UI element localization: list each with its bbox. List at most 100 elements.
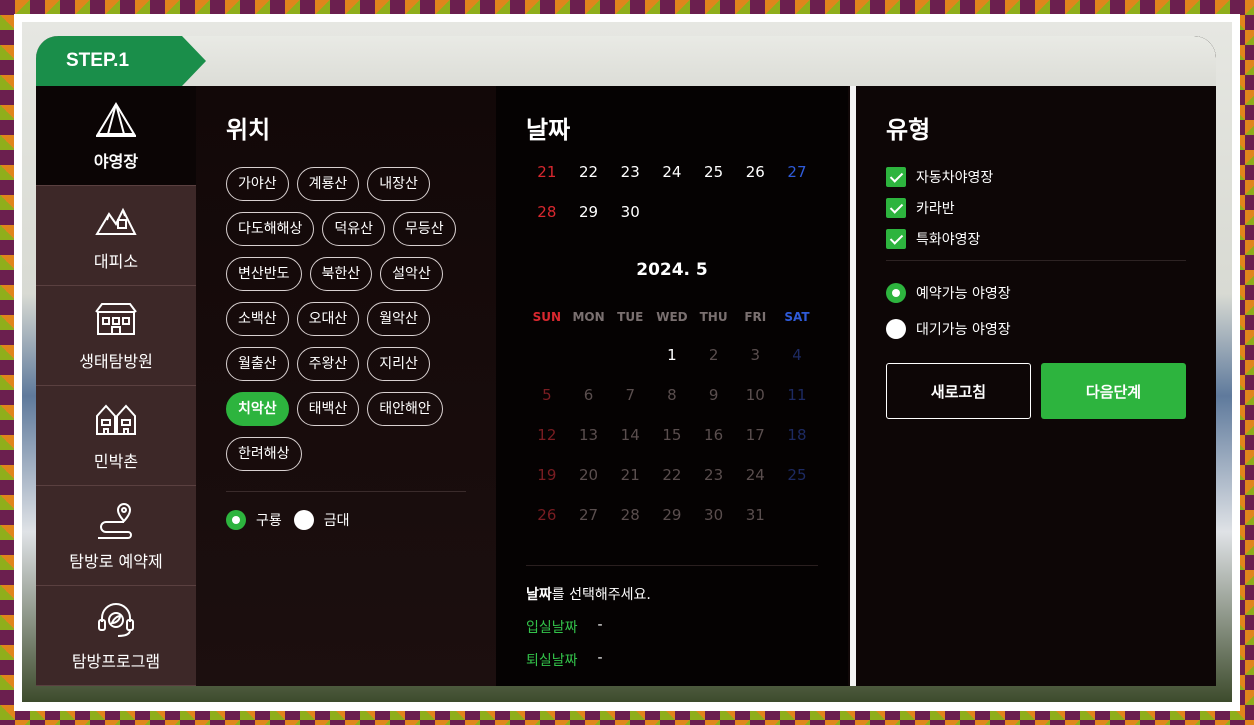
- sidebar-item-label: 야영장: [93, 151, 139, 171]
- calendar-day[interactable]: 2: [693, 346, 735, 364]
- calendar-week: 28 29 30: [526, 192, 818, 232]
- availability-bookable[interactable]: 예약가능 야영장: [886, 283, 1186, 303]
- calendar-day[interactable]: 22: [568, 163, 610, 181]
- calendar-day[interactable]: 23: [693, 466, 735, 484]
- region-label-geumdae: 금대: [323, 513, 350, 529]
- calendar-day[interactable]: 22: [651, 466, 693, 484]
- region-radio-geumdae[interactable]: [293, 510, 314, 530]
- main-area: 야영장 대피소 생태탐방원 민박촌 탐방로 예약제 탐방프로그램 위치 가야산 …: [36, 86, 1216, 686]
- calendar-day[interactable]: 1: [651, 346, 693, 364]
- mountain-chip[interactable]: 변산반도: [226, 257, 302, 291]
- next-step-button[interactable]: 다음단계: [1041, 363, 1186, 419]
- type-check-caravan[interactable]: 카라반: [886, 198, 1186, 218]
- building-icon: [95, 302, 137, 335]
- mountain-chip[interactable]: 월악산: [367, 302, 430, 336]
- calendar-day[interactable]: 29: [568, 203, 610, 221]
- calendar-day[interactable]: 19: [526, 466, 568, 484]
- calendar-day[interactable]: 15: [651, 426, 693, 444]
- sidebar-item-label: 탐방프로그램: [71, 651, 161, 671]
- calendar-day[interactable]: 21: [526, 163, 568, 181]
- calendar-day[interactable]: 17: [734, 426, 776, 444]
- date-column: 날짜 21 22 23 24 25 26 27 28 29 30 2024. 5 SUN MON TU…: [496, 86, 848, 686]
- calendar-day[interactable]: 10: [734, 386, 776, 404]
- sidebar-item-shelter[interactable]: 대피소: [36, 186, 196, 286]
- calendar-day[interactable]: 25: [693, 163, 735, 181]
- calendar-week: 19 20 21 22 23 24 25: [526, 455, 818, 495]
- weekday-label: SAT: [784, 310, 810, 324]
- mountain-chip[interactable]: 내장산: [367, 167, 430, 201]
- tent-icon: [96, 101, 136, 137]
- calendar-day[interactable]: 11: [776, 386, 818, 404]
- checkout-value: -: [597, 650, 603, 666]
- trail-pin-icon: [98, 502, 132, 539]
- calendar-day[interactable]: 4: [776, 346, 818, 364]
- weekday-label: SUN: [532, 310, 562, 324]
- mountain-chip[interactable]: 소백산: [226, 302, 289, 336]
- calendar-day[interactable]: 8: [651, 386, 693, 404]
- mountain-chip[interactable]: 치악산: [226, 392, 289, 426]
- calendar-week: 1234: [526, 335, 818, 375]
- calendar-day[interactable]: 6: [568, 386, 610, 404]
- mountain-chip[interactable]: 지리산: [367, 347, 430, 381]
- calendar-day[interactable]: 26: [526, 506, 568, 524]
- calendar-day[interactable]: 24: [651, 163, 693, 181]
- availability-waitlist[interactable]: 대기가능 야영장: [886, 319, 1186, 339]
- mountain-chip[interactable]: 계룡산: [296, 167, 360, 201]
- calendar-day[interactable]: 24: [734, 466, 776, 484]
- calendar-day[interactable]: 28: [609, 506, 651, 524]
- mountain-chip[interactable]: 한려해상: [226, 437, 302, 471]
- mountain-chip[interactable]: 주왕산: [296, 347, 360, 381]
- checkbox-checked[interactable]: [886, 167, 906, 187]
- calendar-day[interactable]: 25: [776, 466, 818, 484]
- calendar-day[interactable]: 5: [526, 386, 568, 404]
- mountain-chip[interactable]: 태백산: [296, 392, 360, 426]
- calendar-day[interactable]: 12: [526, 426, 568, 444]
- calendar-day[interactable]: 28: [526, 203, 568, 221]
- calendar-day[interactable]: 16: [693, 426, 735, 444]
- sidebar-item-campground[interactable]: 야영장: [36, 86, 196, 186]
- sidebar-item-program[interactable]: 탐방프로그램: [36, 586, 196, 686]
- calendar-day[interactable]: 3: [734, 346, 776, 364]
- mountain-chip[interactable]: 무등산: [393, 212, 456, 246]
- region-radio-guryong[interactable]: [226, 510, 246, 530]
- mountain-chip[interactable]: 다도해해상: [226, 212, 315, 246]
- reservation-panel: STEP.1 야영장 대피소 생태탐방원 민박촌 탐방로 예약제 탐방프로그램 …: [36, 36, 1216, 686]
- calendar-day[interactable]: 23: [609, 163, 651, 181]
- radio-unselected[interactable]: [886, 319, 906, 339]
- calendar-day[interactable]: 26: [734, 163, 776, 181]
- checkbox-checked[interactable]: [886, 198, 906, 218]
- calendar-day[interactable]: 27: [568, 506, 610, 524]
- type-check-label: 자동차야영장: [916, 170, 994, 186]
- type-check-auto[interactable]: 자동차야영장: [886, 167, 1186, 187]
- calendar-day[interactable]: 14: [609, 426, 651, 444]
- step-label: STEP.1: [66, 50, 130, 71]
- sidebar-item-eco-center[interactable]: 생태탐방원: [36, 286, 196, 386]
- type-check-special[interactable]: 특화야영장: [886, 229, 1186, 249]
- checkout-label: 퇴실날짜: [526, 653, 578, 669]
- calendar-day[interactable]: 27: [776, 163, 818, 181]
- mountain-chip[interactable]: 월출산: [226, 347, 289, 381]
- calendar-day[interactable]: 21: [609, 466, 651, 484]
- mountain-chip[interactable]: 오대산: [296, 302, 360, 336]
- mountain-chip[interactable]: 북한산: [309, 257, 373, 291]
- calendar-day[interactable]: 20: [568, 466, 610, 484]
- checkbox-checked[interactable]: [886, 229, 906, 249]
- mountain-chip[interactable]: 덕유산: [322, 212, 386, 246]
- sidebar-item-minbak[interactable]: 민박촌: [36, 386, 196, 486]
- region-label-guryong: 구룡: [256, 513, 282, 529]
- mountain-chip[interactable]: 설악산: [380, 257, 443, 291]
- calendar-day[interactable]: 30: [609, 203, 651, 221]
- refresh-button[interactable]: 새로고침: [886, 363, 1031, 419]
- previous-month-weeks: 21 22 23 24 25 26 27 28 29 30: [526, 152, 818, 232]
- calendar-day[interactable]: 31: [734, 506, 776, 524]
- calendar-day[interactable]: 18: [776, 426, 818, 444]
- calendar-day[interactable]: 13: [568, 426, 610, 444]
- sidebar-item-trail-reservation[interactable]: 탐방로 예약제: [36, 486, 196, 586]
- mountain-chip[interactable]: 태안해안: [367, 392, 443, 426]
- calendar-day[interactable]: 7: [609, 386, 651, 404]
- calendar-day[interactable]: 30: [693, 506, 735, 524]
- mountain-chip[interactable]: 가야산: [226, 167, 289, 201]
- radio-selected[interactable]: [886, 283, 906, 303]
- calendar-day[interactable]: 9: [693, 386, 735, 404]
- calendar-day[interactable]: 29: [651, 506, 693, 524]
